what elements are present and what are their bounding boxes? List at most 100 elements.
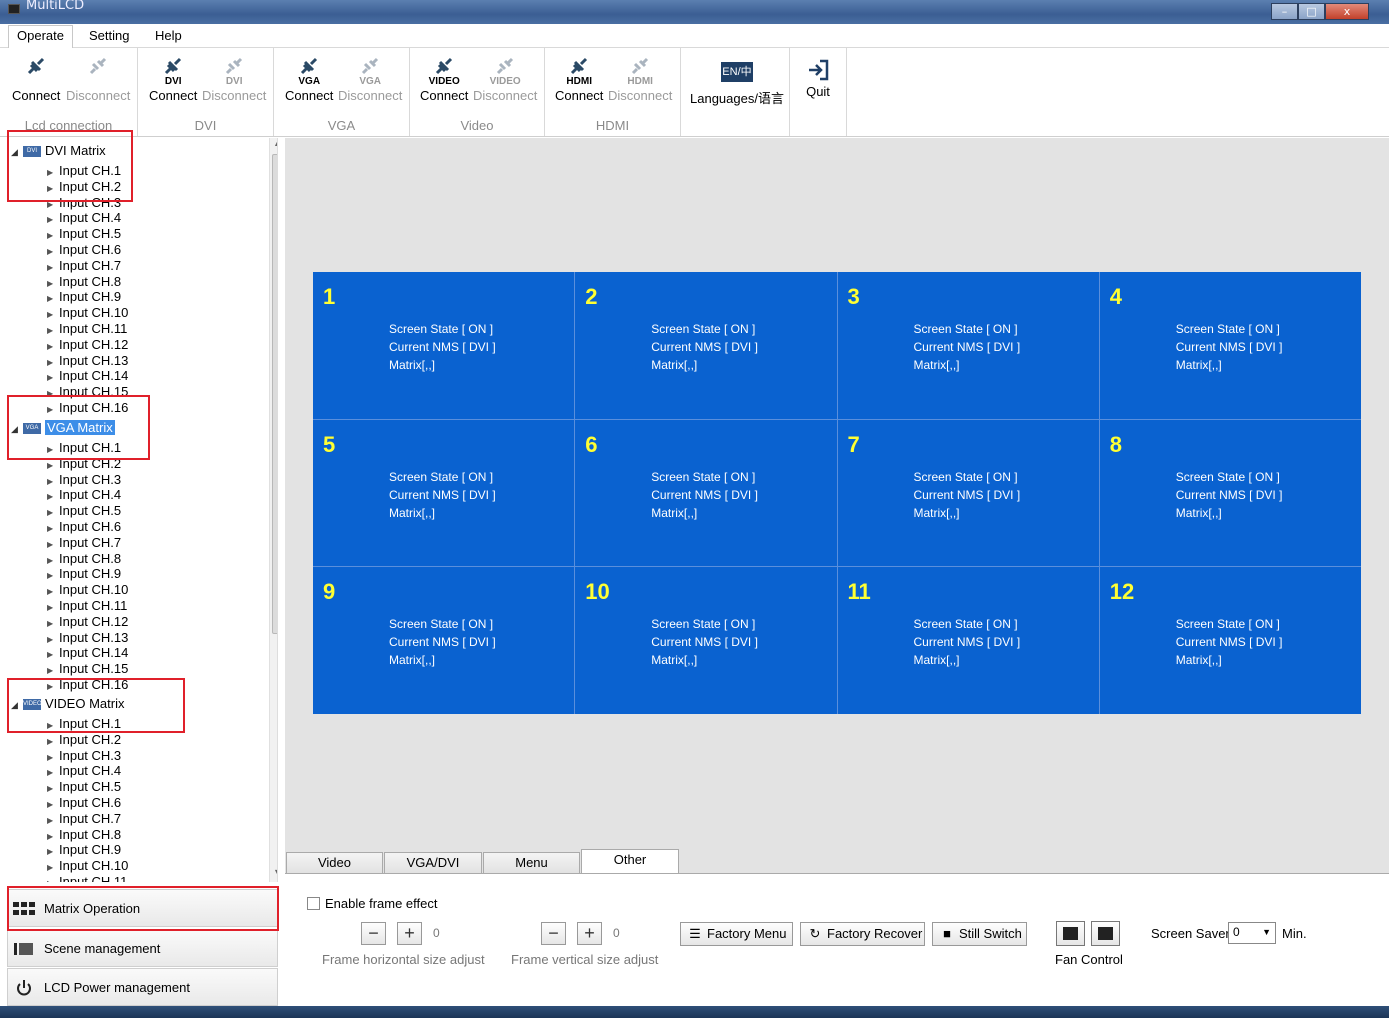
close-button[interactable]: x: [1325, 3, 1369, 20]
tree-item-dvi-ch10[interactable]: ▶ Input CH.10: [47, 305, 128, 321]
tree-item-dvi-ch4[interactable]: ▶ Input CH.4: [47, 210, 121, 226]
maximize-button[interactable]: □: [1298, 3, 1325, 20]
tree-item-vga-ch6[interactable]: ▶ Input CH.6: [47, 519, 121, 535]
tree-item-video-ch8[interactable]: ▶ Input CH.8: [47, 827, 121, 843]
tree-item-dvi-ch11[interactable]: ▶ Input CH.11: [47, 321, 127, 337]
tree-item-video-ch2[interactable]: ▶ Input CH.2: [47, 732, 121, 748]
tree-item-vga-ch3[interactable]: ▶ Input CH.3: [47, 472, 121, 488]
vga-connect-button[interactable]: VGA Connect: [285, 54, 333, 103]
screen-nms: Current NMS [ DVI ]: [389, 635, 496, 650]
screen-cell-6[interactable]: 6 Screen State [ ON ] Current NMS [ DVI ] M…: [575, 419, 837, 567]
group-video: VIDEO Connect VIDEO Disconnect Video: [410, 48, 545, 136]
group-quit: Quit: [790, 48, 847, 136]
screen-info: Screen State [ ON ] Current NMS [ DVI ] Ma…: [651, 468, 758, 522]
screen-cell-8[interactable]: 8 Screen State [ ON ] Current NMS [ DVI ] M…: [1099, 419, 1361, 567]
window-title: MultiLCD: [26, 0, 85, 13]
screen-matrix: Matrix[,,]: [1175, 358, 1222, 372]
h-increase-button[interactable]: +: [397, 922, 422, 945]
fan-play-button[interactable]: [1056, 921, 1085, 946]
tree-item-dvi-ch14[interactable]: ▶ Input CH.14: [47, 368, 128, 384]
dvi-disconnect-button[interactable]: DVI Disconnect: [202, 54, 266, 103]
tree-item-dvi-ch7[interactable]: ▶ Input CH.7: [47, 258, 121, 274]
screen-state: Screen State [ ON ]: [1175, 469, 1280, 484]
menu-help[interactable]: Help: [155, 28, 182, 43]
h-decrease-button[interactable]: −: [361, 922, 386, 945]
video-connect-button[interactable]: VIDEO Connect: [420, 54, 468, 103]
tree-item-video-ch11[interactable]: ▶Input CH.11: [47, 874, 127, 882]
quit-button[interactable]: Quit: [806, 58, 830, 99]
factory-recover-button[interactable]: ↻ Factory Recover: [800, 922, 925, 946]
scroll-up-icon[interactable]: ▲: [270, 138, 277, 152]
still-switch-button[interactable]: ■ Still Switch: [932, 922, 1027, 946]
tree-item-video-ch10[interactable]: ▶ Input CH.10: [47, 858, 128, 874]
tree-item-video-ch6[interactable]: ▶ Input CH.6: [47, 795, 121, 811]
enable-frame-effect-checkbox[interactable]: [307, 897, 320, 910]
tree-item-vga-ch10[interactable]: ▶ Input CH.10: [47, 582, 128, 598]
tree-item-vga-ch7[interactable]: ▶ Input CH.7: [47, 535, 121, 551]
tree-item-dvi-ch9[interactable]: ▶ Input CH.9: [47, 289, 121, 305]
nav-lcd-power-management[interactable]: LCD Power management: [7, 968, 278, 1006]
nav-scene-management[interactable]: Scene management: [7, 929, 278, 967]
tree-item-video-ch7[interactable]: ▶ Input CH.7: [47, 811, 121, 827]
screen-cell-4[interactable]: 4 Screen State [ ON ] Current NMS [ DVI ] M…: [1099, 272, 1361, 419]
screen-cell-12[interactable]: 12 Screen State [ ON ] Current NMS [ DVI ]…: [1099, 567, 1361, 714]
scroll-thumb[interactable]: [272, 154, 277, 634]
tab-video[interactable]: Video: [286, 852, 383, 873]
v-decrease-button[interactable]: −: [541, 922, 566, 945]
screen-cell-9[interactable]: 9 Screen State [ ON ] Current NMS [ DVI ] M…: [313, 567, 575, 714]
vga-disconnect-button[interactable]: VGA Disconnect: [338, 54, 402, 103]
screen-cell-10[interactable]: 10 Screen State [ ON ] Current NMS [ DVI ]…: [575, 567, 837, 714]
screen-matrix: Matrix[,,]: [1175, 505, 1222, 520]
highlight-video: [7, 678, 185, 733]
v-increase-button[interactable]: +: [577, 922, 602, 945]
screen-nms: Current NMS [ DVI ]: [913, 635, 1021, 650]
group-dvi: DVI Connect DVI Disconnect DVI: [138, 48, 274, 136]
tree-item-video-ch4[interactable]: ▶ Input CH.4: [47, 763, 121, 779]
scroll-down-icon[interactable]: ▼: [270, 868, 277, 882]
fan-stop-button[interactable]: [1091, 921, 1120, 946]
tree-item-dvi-ch6[interactable]: ▶ Input CH.6: [47, 242, 121, 258]
tree-item-vga-ch5[interactable]: ▶ Input CH.5: [47, 503, 121, 519]
screen-cell-1[interactable]: 1 Screen State [ ON ] Current NMS [ DVI ] M…: [313, 272, 575, 419]
tree-item-vga-ch8[interactable]: ▶ Input CH.8: [47, 551, 121, 567]
screen-cell-2[interactable]: 2 Screen State [ ON ] Current NMS [ DVI ] M…: [575, 272, 837, 419]
screen-matrix: Matrix[,,]: [651, 505, 698, 520]
tab-other[interactable]: Other: [581, 849, 679, 874]
screen-cell-3[interactable]: 3 Screen State [ ON ] Current NMS [ DVI ] M…: [837, 272, 1099, 419]
hdmi-connect-button[interactable]: HDMI Connect: [555, 54, 603, 103]
tree-item-video-ch3[interactable]: ▶ Input CH.3: [47, 748, 121, 764]
menu-setting[interactable]: Setting: [89, 28, 129, 43]
plus-icon: +: [584, 923, 595, 943]
tree-item-dvi-ch13[interactable]: ▶ Input CH.13: [47, 353, 128, 369]
tree-item-dvi-ch5[interactable]: ▶ Input CH.5: [47, 226, 121, 242]
languages-button[interactable]: EN/中 Languages/语言: [690, 62, 784, 107]
screen-saver-select[interactable]: 0 ▼: [1228, 922, 1276, 944]
screen-cell-5[interactable]: 5 Screen State [ ON ] Current NMS [ DVI ] M…: [313, 419, 575, 567]
tree-item-vga-ch13[interactable]: ▶ Input CH.13: [47, 630, 128, 646]
tree-item-vga-ch4[interactable]: ▶ Input CH.4: [47, 487, 121, 503]
tree-item-vga-ch9[interactable]: ▶ Input CH.9: [47, 566, 121, 582]
tab-menu[interactable]: Menu: [483, 852, 580, 873]
video-disconnect-button[interactable]: VIDEO Disconnect: [473, 54, 537, 103]
screen-cell-11[interactable]: 11 Screen State [ ON ] Current NMS [ DVI ]…: [837, 567, 1099, 714]
tree-scrollbar[interactable]: ▲ ▼: [269, 138, 277, 882]
menu-operate[interactable]: Operate: [8, 25, 73, 49]
expand-arrow-icon[interactable]: ▶: [47, 876, 59, 882]
tree-item-vga-ch11[interactable]: ▶ Input CH.11: [47, 598, 127, 614]
group-hdmi: HDMI Connect HDMI Disconnect HDMI: [545, 48, 681, 136]
tree-item-dvi-ch8[interactable]: ▶ Input CH.8: [47, 274, 121, 290]
tree-item-vga-ch15[interactable]: ▶ Input CH.15: [47, 661, 128, 677]
factory-menu-button[interactable]: ☰ Factory Menu: [680, 922, 793, 946]
screen-cell-7[interactable]: 7 Screen State [ ON ] Current NMS [ DVI ] M…: [837, 419, 1099, 567]
tab-vga-dvi[interactable]: VGA/DVI: [384, 852, 482, 873]
tree-item-dvi-ch12[interactable]: ▶ Input CH.12: [47, 337, 128, 353]
tree-item-video-ch9[interactable]: ▶ Input CH.9: [47, 842, 121, 858]
tree-item-vga-ch12[interactable]: ▶ Input CH.12: [47, 614, 128, 630]
tree-item-vga-ch14[interactable]: ▶ Input CH.14: [47, 645, 128, 661]
lcd-disconnect-button[interactable]: Disconnect: [66, 54, 130, 103]
hdmi-disconnect-button[interactable]: HDMI Disconnect: [608, 54, 672, 103]
minimize-button[interactable]: –: [1271, 3, 1298, 20]
tree-item-video-ch5[interactable]: ▶ Input CH.5: [47, 779, 121, 795]
dvi-connect-button[interactable]: DVI Connect: [149, 54, 197, 103]
lcd-connect-button[interactable]: Connect: [12, 54, 60, 103]
